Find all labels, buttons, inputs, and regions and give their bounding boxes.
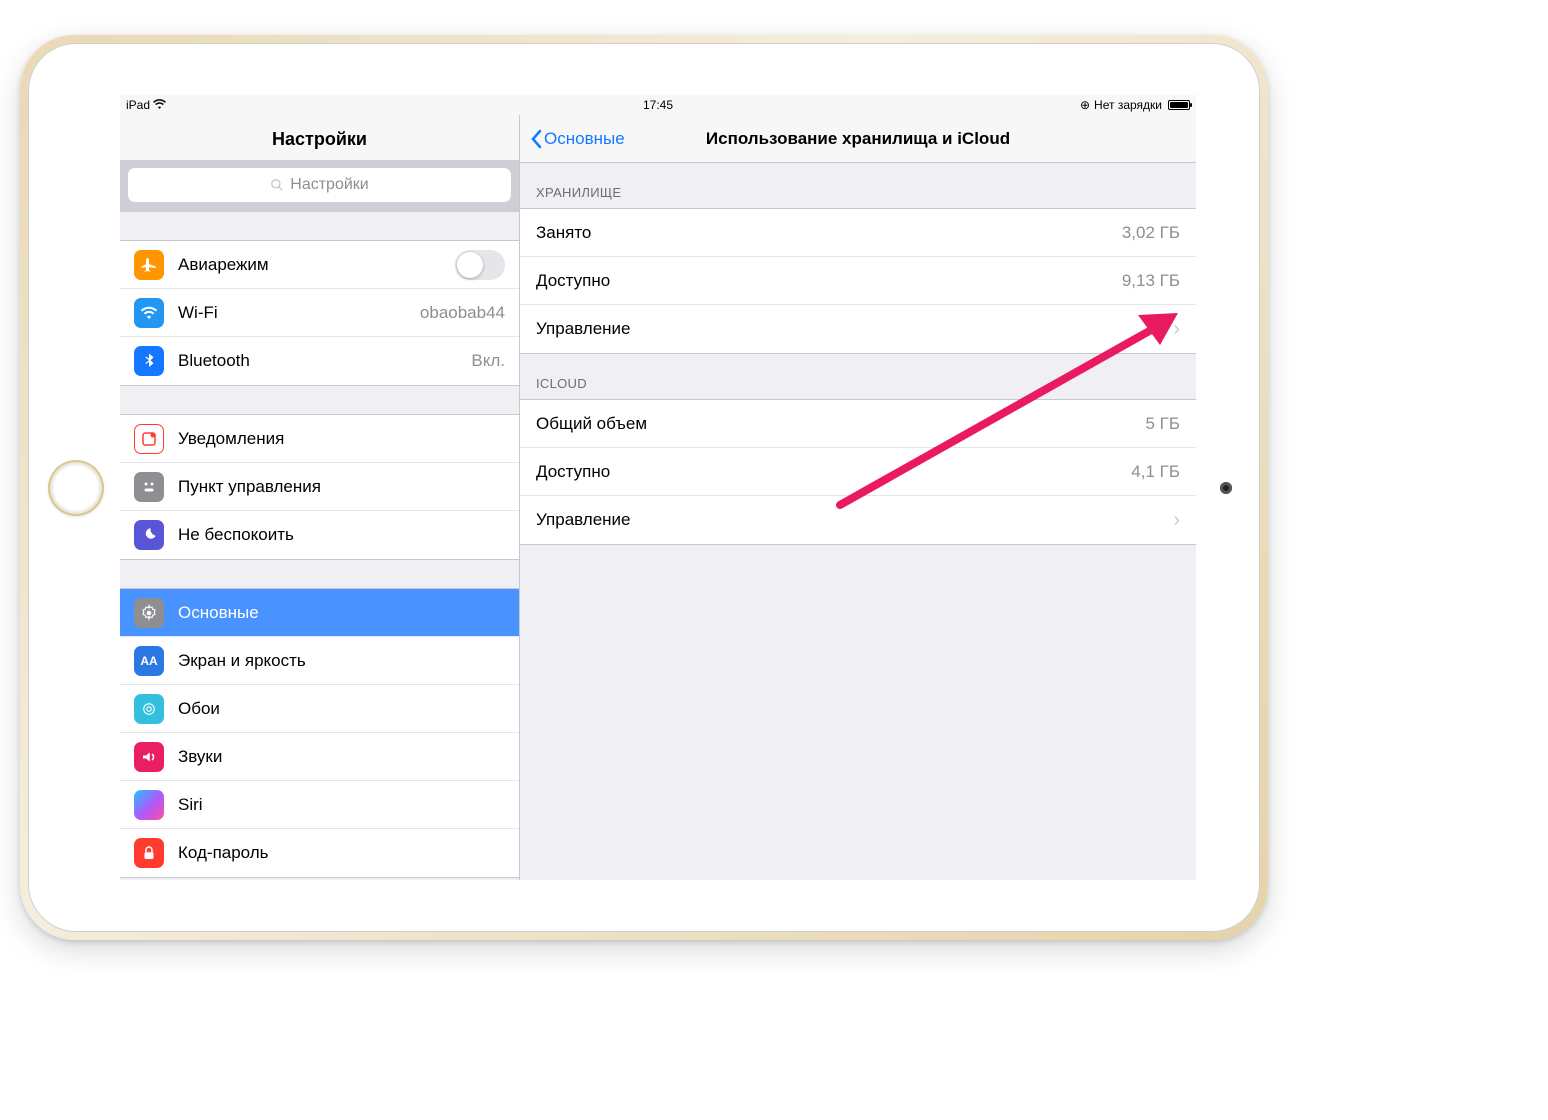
detail-title: Использование хранилища и iCloud [706,129,1010,149]
wifi-icon [153,98,166,112]
sounds-icon [134,742,164,772]
sidebar-item-siri[interactable]: Siri [120,781,519,829]
wallpaper-label: Обои [178,699,505,719]
storage-available-value: 9,13 ГБ [1122,271,1180,291]
passcode-icon [134,838,164,868]
passcode-label: Код-пароль [178,843,505,863]
row-icloud-total: Общий объем 5 ГБ [520,400,1196,448]
row-icloud-manage[interactable]: Управление › [520,496,1196,544]
row-storage-manage[interactable]: Управление › [520,305,1196,353]
storage-used-value: 3,02 ГБ [1122,223,1180,243]
back-button[interactable]: Основные [530,129,625,149]
sidebar-item-wallpaper[interactable]: Обои [120,685,519,733]
storage-used-label: Занято [536,223,1122,243]
battery-icon [1168,100,1190,110]
clock: 17:45 [643,98,673,112]
section-header-storage: ХРАНИЛИЩЕ [520,163,1196,208]
detail-navbar: Основные Использование хранилища и iClou… [520,115,1196,163]
notifications-label: Уведомления [178,429,505,449]
wifi-value: obaobab44 [420,303,505,323]
wallpaper-icon [134,694,164,724]
general-icon [134,598,164,628]
status-bar: iPad 17:45 ⊕ Нет зарядки [120,95,1196,115]
search-input[interactable]: Настройки [128,168,511,202]
icloud-total-label: Общий объем [536,414,1145,434]
row-storage-used: Занято 3,02 ГБ [520,209,1196,257]
airplane-label: Авиарежим [178,255,455,275]
airplane-icon [134,250,164,280]
sidebar-item-bluetooth[interactable]: Bluetooth Вкл. [120,337,519,385]
home-button[interactable] [48,460,104,516]
wifi-row-icon [134,298,164,328]
device-label: iPad [126,98,150,112]
notifications-icon [134,424,164,454]
sidebar-item-passcode[interactable]: Код-пароль [120,829,519,877]
detail-pane: Основные Использование хранилища и iClou… [520,115,1196,880]
sidebar-item-airplane[interactable]: Авиарежим [120,241,519,289]
bluetooth-label: Bluetooth [178,351,471,371]
control-center-label: Пункт управления [178,477,505,497]
sidebar-item-general[interactable]: Основные [120,589,519,637]
charging-icon: ⊕ [1080,98,1090,112]
front-camera [1220,482,1232,494]
sidebar-title: Настройки [120,115,519,160]
chevron-left-icon [530,129,542,149]
airplane-toggle[interactable] [455,250,505,280]
icloud-manage-label: Управление [536,510,1165,530]
icloud-available-value: 4,1 ГБ [1131,462,1180,482]
siri-icon [134,790,164,820]
row-icloud-available: Доступно 4,1 ГБ [520,448,1196,496]
general-label: Основные [178,603,505,623]
dnd-icon [134,520,164,550]
storage-available-label: Доступно [536,271,1122,291]
bluetooth-icon [134,346,164,376]
sidebar-item-control-center[interactable]: Пункт управления [120,463,519,511]
charging-text: Нет зарядки [1094,98,1162,112]
display-icon: AA [134,646,164,676]
sidebar-item-wifi[interactable]: Wi-Fi obaobab44 [120,289,519,337]
sidebar-item-sounds[interactable]: Звуки [120,733,519,781]
settings-sidebar: Настройки Настройки Авиарежим [120,115,520,880]
icloud-total-value: 5 ГБ [1145,414,1180,434]
chevron-right-icon: › [1173,318,1180,341]
back-label: Основные [544,129,625,149]
ipad-frame: iPad 17:45 ⊕ Нет зарядки Настройки [20,35,1268,940]
storage-manage-label: Управление [536,319,1165,339]
chevron-right-icon: › [1173,509,1180,532]
control-center-icon [134,472,164,502]
sidebar-item-notifications[interactable]: Уведомления [120,415,519,463]
wifi-label: Wi-Fi [178,303,420,323]
search-icon [270,178,284,192]
sidebar-item-dnd[interactable]: Не беспокоить [120,511,519,559]
bluetooth-value: Вкл. [471,351,505,371]
dnd-label: Не беспокоить [178,525,505,545]
sounds-label: Звуки [178,747,505,767]
icloud-available-label: Доступно [536,462,1131,482]
search-placeholder: Настройки [290,176,368,194]
row-storage-available: Доступно 9,13 ГБ [520,257,1196,305]
section-header-icloud: ICLOUD [520,354,1196,399]
screen: iPad 17:45 ⊕ Нет зарядки Настройки [120,95,1196,880]
siri-label: Siri [178,795,505,815]
sidebar-item-display[interactable]: AA Экран и яркость [120,637,519,685]
display-label: Экран и яркость [178,651,505,671]
